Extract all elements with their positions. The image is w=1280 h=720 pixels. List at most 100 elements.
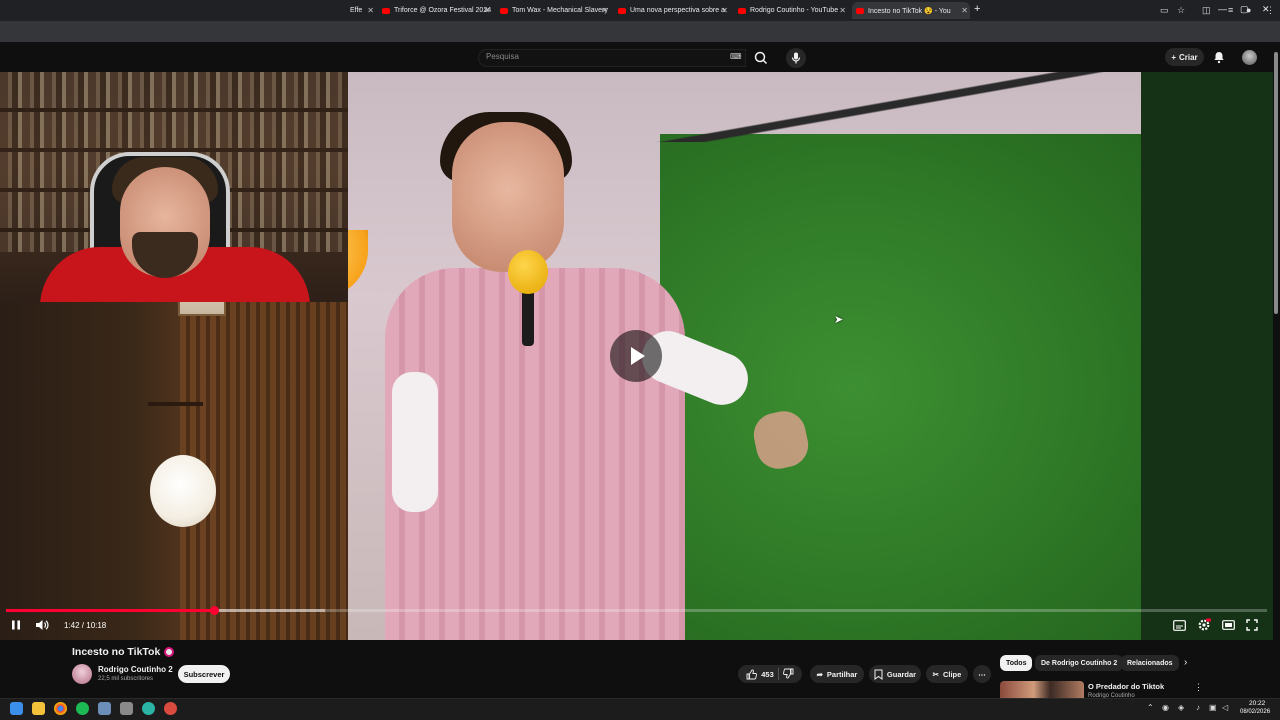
file-explorer-icon[interactable] bbox=[32, 702, 45, 715]
search-button[interactable] bbox=[748, 48, 776, 68]
theater-icon bbox=[1222, 620, 1235, 630]
cast-icon[interactable]: ▭ bbox=[1160, 5, 1169, 16]
page-scrollbar[interactable] bbox=[1273, 42, 1280, 702]
close-icon[interactable]: ✕ bbox=[367, 6, 374, 15]
edge-icon[interactable] bbox=[142, 702, 155, 715]
tab-2[interactable]: Tom Wax - Mechanical Slavery ✕ bbox=[496, 2, 610, 19]
like-button[interactable]: 453 bbox=[746, 668, 774, 680]
save-button[interactable]: Guardar bbox=[869, 665, 921, 683]
channel-name[interactable]: Rodrigo Coutinho 2 bbox=[98, 665, 173, 674]
clock-date[interactable]: 08/02/2026 bbox=[1240, 709, 1270, 715]
like-dislike-group: 453 bbox=[738, 665, 802, 683]
new-tab-button[interactable]: + bbox=[974, 3, 980, 15]
account-icon[interactable]: ● bbox=[1246, 5, 1251, 15]
tray-volume-icon[interactable]: ◁ bbox=[1222, 703, 1228, 712]
close-icon[interactable]: ✕ bbox=[601, 6, 608, 15]
subscribe-button[interactable]: Subscrever bbox=[178, 665, 230, 683]
profile-icon[interactable]: ≡ bbox=[1228, 5, 1233, 15]
pause-icon bbox=[12, 620, 20, 630]
bookmark-star-icon[interactable]: ☆ bbox=[1177, 5, 1185, 16]
extensions-icon[interactable]: ◫ bbox=[1202, 5, 1211, 16]
tray-discord-icon[interactable]: ◈ bbox=[1178, 703, 1184, 712]
chip-all[interactable]: Todos bbox=[1000, 655, 1033, 671]
video-frame-microphone bbox=[508, 250, 548, 294]
settings-button[interactable] bbox=[1197, 618, 1211, 632]
close-icon[interactable]: ✕ bbox=[483, 6, 490, 15]
notepad-icon[interactable] bbox=[98, 702, 111, 715]
voice-search-button[interactable] bbox=[786, 48, 806, 68]
app-icon[interactable] bbox=[120, 702, 133, 715]
tray-chevron-up-icon[interactable]: ⌃ bbox=[1147, 703, 1154, 712]
address-bar-row bbox=[0, 21, 1280, 42]
scrollbar-thumb[interactable] bbox=[1274, 52, 1278, 314]
chip-related[interactable]: Relacionados bbox=[1121, 655, 1179, 671]
more-horizontal-icon: ⋯ bbox=[978, 669, 986, 679]
fullscreen-button[interactable] bbox=[1246, 618, 1258, 632]
tray-app-icon[interactable]: ◉ bbox=[1162, 703, 1169, 712]
windows-start-icon[interactable] bbox=[10, 702, 23, 715]
webcam-overlay bbox=[0, 72, 348, 302]
menu-icon[interactable]: ⋮ bbox=[1266, 5, 1275, 16]
tab-0[interactable]: Effe ✕ bbox=[346, 2, 376, 19]
like-divider bbox=[777, 668, 779, 680]
close-icon[interactable]: ✕ bbox=[721, 6, 728, 15]
volume-button[interactable] bbox=[35, 618, 49, 632]
progress-played bbox=[6, 609, 215, 612]
subtitles-button[interactable] bbox=[1173, 618, 1186, 632]
chrome-icon[interactable] bbox=[54, 702, 67, 715]
clock-time[interactable]: 20:22 bbox=[1249, 700, 1265, 707]
spotify-icon[interactable] bbox=[76, 702, 89, 715]
video-player[interactable]: ➤ 1:42 / 10:18 bbox=[0, 72, 1273, 640]
save-label: Guardar bbox=[886, 669, 917, 679]
big-play-button[interactable] bbox=[610, 330, 662, 382]
keyboard-icon[interactable]: ⌨ bbox=[730, 52, 742, 61]
tab-title: Tom Wax - Mechanical Slavery bbox=[512, 7, 608, 14]
create-label: Criar bbox=[1178, 52, 1198, 62]
chevron-right-icon[interactable]: › bbox=[1184, 657, 1187, 668]
video-title-text: Incesto no TikTok bbox=[72, 646, 161, 658]
close-icon[interactable]: ✕ bbox=[839, 6, 846, 15]
tab-1[interactable]: Triforce @ Ozora Festival 2024 ✕ bbox=[378, 2, 492, 19]
youtube-icon bbox=[500, 7, 508, 14]
minimize-button[interactable]: — bbox=[1218, 4, 1227, 14]
video-frame-greenscreen-bar bbox=[644, 72, 1154, 142]
notifications-button[interactable] bbox=[1212, 50, 1226, 69]
channel-avatar[interactable] bbox=[72, 664, 92, 684]
tray-mic-icon[interactable]: ♪ bbox=[1196, 703, 1200, 712]
tab-3[interactable]: Uma nova perspectiva sobre a ✕ bbox=[614, 2, 730, 19]
tab-4[interactable]: Rodrigo Coutinho - YouTube ✕ bbox=[734, 2, 848, 19]
chip-from-channel[interactable]: De Rodrigo Coutinho 2 bbox=[1035, 655, 1124, 671]
tray-network-icon[interactable]: ▣ bbox=[1209, 703, 1217, 712]
theater-mode-button[interactable] bbox=[1222, 618, 1235, 632]
recommendation-title[interactable]: O Predador do Tiktok bbox=[1088, 682, 1164, 691]
tab-title: Triforce @ Ozora Festival 2024 bbox=[394, 7, 492, 14]
like-count: 453 bbox=[761, 669, 774, 679]
bell-icon bbox=[1214, 52, 1224, 64]
more-vertical-icon[interactable]: ⋮ bbox=[1194, 682, 1203, 693]
pause-button[interactable] bbox=[10, 618, 22, 632]
bookmark-icon bbox=[874, 669, 883, 680]
tab-title: Rodrigo Coutinho - YouTube bbox=[750, 7, 839, 14]
play-icon bbox=[631, 347, 645, 365]
tab-title: Uma nova perspectiva sobre a bbox=[630, 7, 725, 14]
tab-5[interactable]: Incesto no TikTok 😵 - You ✕ bbox=[852, 2, 970, 19]
more-actions-button[interactable]: ⋯ bbox=[973, 665, 991, 683]
clip-button[interactable]: ✂ Clipe bbox=[926, 665, 968, 683]
mouse-cursor-icon: ➤ bbox=[834, 314, 844, 326]
video-frame-mic-handle bbox=[522, 286, 534, 346]
scissors-icon: ✂ bbox=[932, 669, 939, 679]
share-button[interactable]: ➦ Partilhar bbox=[810, 665, 864, 683]
progress-scrubber[interactable] bbox=[209, 606, 219, 615]
share-icon: ➦ bbox=[816, 669, 823, 679]
screen: Effe ✕ Triforce @ Ozora Festival 2024 ✕ … bbox=[0, 0, 1280, 720]
dislike-button[interactable] bbox=[782, 668, 794, 681]
video-frame-shelf bbox=[148, 402, 203, 406]
account-avatar[interactable] bbox=[1242, 50, 1257, 65]
share-label: Partilhar bbox=[826, 669, 858, 679]
obs-icon[interactable] bbox=[164, 702, 177, 715]
create-button[interactable]: + Criar bbox=[1165, 48, 1204, 66]
youtube-icon bbox=[738, 7, 746, 14]
close-icon[interactable]: ✕ bbox=[961, 6, 968, 15]
youtube-icon bbox=[856, 7, 864, 14]
time-display: 1:42 / 10:18 bbox=[64, 621, 107, 630]
